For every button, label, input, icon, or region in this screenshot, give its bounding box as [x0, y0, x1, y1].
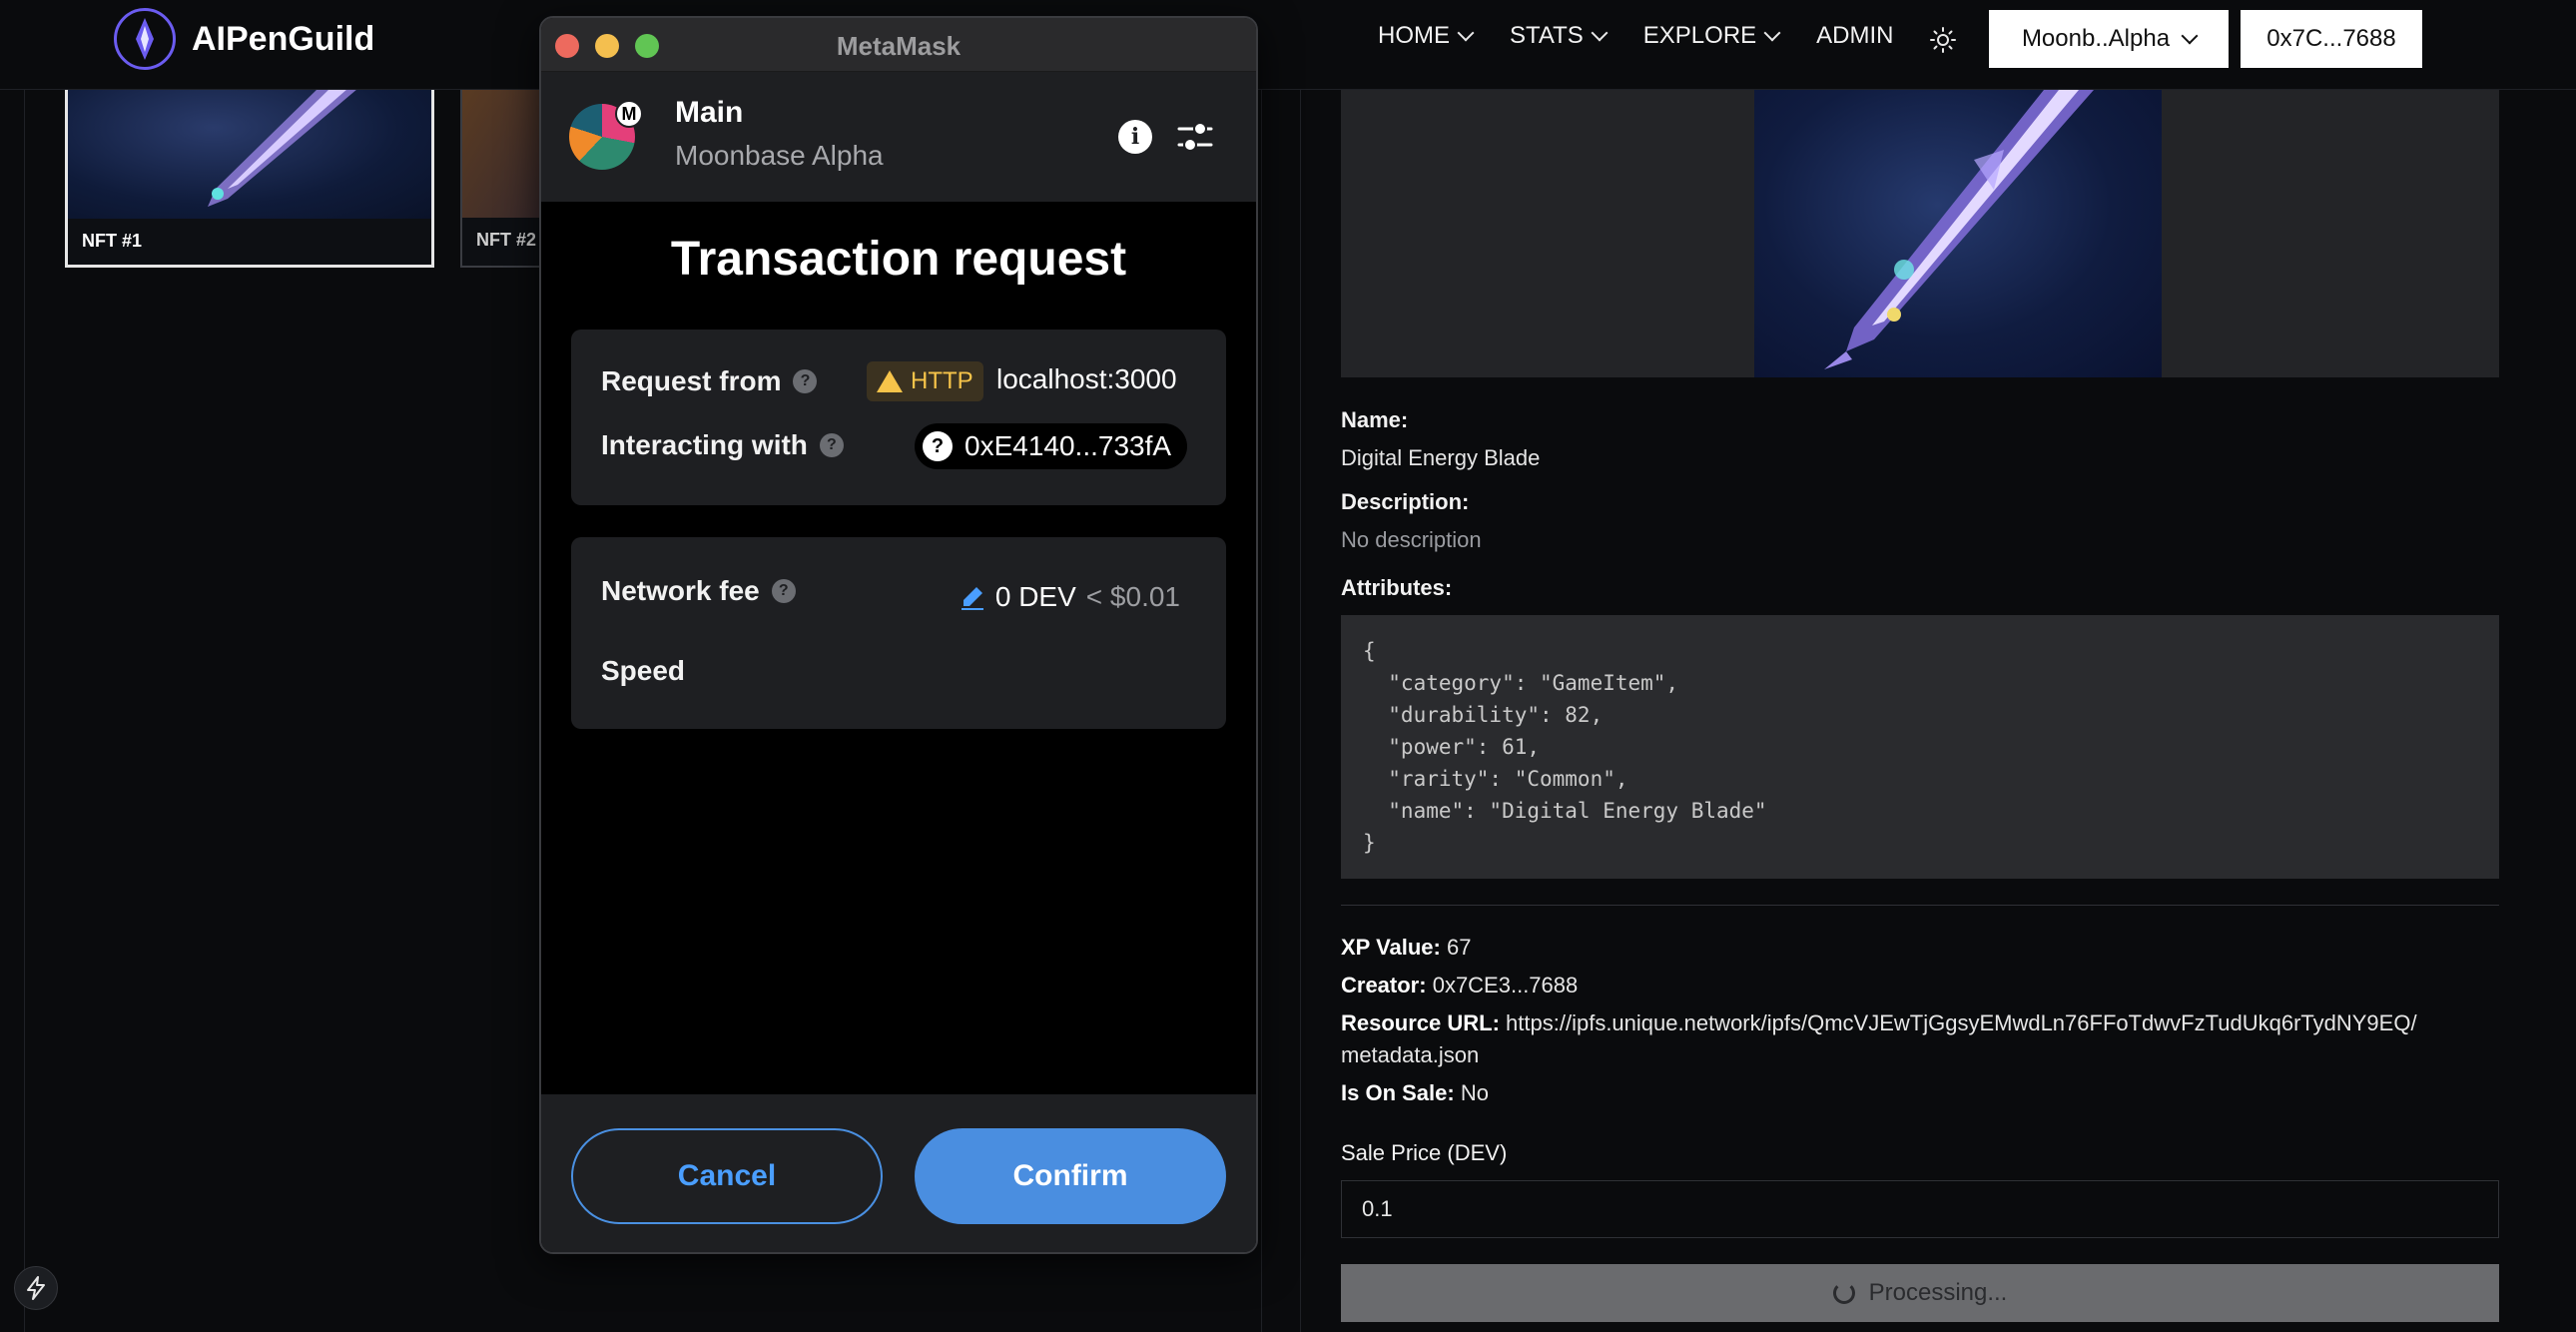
network-fee-value: 0 DEV < $0.01: [960, 581, 1180, 613]
nav-explore[interactable]: EXPLORE: [1642, 22, 1781, 50]
metamask-badge-icon: M: [615, 100, 643, 128]
info-icon[interactable]: i: [1118, 120, 1152, 154]
chevron-down-icon: [1591, 24, 1609, 42]
metamask-window: MetaMask M Main Moonbase Alpha i Transac…: [539, 16, 1258, 1254]
account-header: M Main Moonbase Alpha i: [541, 72, 1256, 202]
interacting-with-label: Interacting with: [601, 429, 808, 460]
fee-amount: 0 DEV: [994, 581, 1076, 612]
request-from-label: Request from: [601, 365, 782, 396]
nft-detail-panel: Name: Digital Energy Blade Description: …: [1300, 90, 2554, 1332]
creator-row: Creator: 0x7CE3...7688: [1341, 973, 1578, 999]
brand-name: AIPenGuild: [192, 19, 375, 58]
resource-row: Resource URL: https://ipfs.unique.networ…: [1341, 1010, 2417, 1036]
request-origin: localhost:3000: [996, 363, 1177, 394]
sale-price-input[interactable]: [1341, 1180, 2499, 1238]
spinner-icon: [1832, 1282, 1855, 1304]
help-icon[interactable]: ?: [819, 433, 844, 457]
chevron-down-icon: [1457, 24, 1475, 42]
transaction-heading: Transaction request: [670, 233, 1127, 286]
creator-value: 0x7CE3...7688: [1432, 973, 1579, 998]
onsale-value: No: [1460, 1080, 1489, 1105]
action-footer: Cancel Confirm: [541, 1094, 1256, 1252]
attributes-label: Attributes:: [1341, 575, 1453, 600]
processing-label: Processing...: [1868, 1279, 2008, 1306]
network-selector-label: Moonb..Alpha: [2021, 25, 2171, 52]
top-nav: AIPenGuild HOME STATS EXPLORE ADMIN Moon…: [0, 0, 2576, 90]
xp-label: XP Value:: [1341, 935, 1441, 960]
sun-icon[interactable]: [1929, 26, 1957, 54]
resource-url[interactable]: https://ipfs.unique.network/ipfs/QmcVJEw…: [1506, 1010, 2417, 1035]
brand[interactable]: AIPenGuild: [114, 8, 374, 70]
network-selector-button[interactable]: Moonb..Alpha: [1989, 10, 2229, 68]
nav-home[interactable]: HOME: [1378, 22, 1475, 50]
help-icon[interactable]: ?: [793, 369, 818, 393]
onsale-label: Is On Sale:: [1341, 1080, 1455, 1105]
contract-address-pill[interactable]: ? 0xE4140...733fA: [915, 423, 1188, 469]
nft-card-label: NFT #1: [82, 231, 143, 251]
network-fee-row: Network fee ?: [601, 575, 796, 607]
nft-image: [1754, 90, 2162, 377]
chevron-down-icon: [2181, 27, 2199, 45]
edit-fee-icon[interactable]: [960, 584, 985, 610]
xp-row: XP Value: 67: [1341, 935, 1471, 961]
fee-fiat: < $0.01: [1085, 581, 1180, 612]
nav-admin[interactable]: ADMIN: [1816, 22, 1893, 50]
nav-home-label: HOME: [1378, 22, 1450, 49]
unknown-contract-icon: ?: [923, 431, 953, 461]
processing-button[interactable]: Processing...: [1341, 1264, 2499, 1322]
confirm-button[interactable]: Confirm: [915, 1128, 1226, 1224]
warning-icon: [877, 370, 903, 392]
attributes-json: { "category": "GameItem", "durability": …: [1341, 615, 2499, 879]
nft-preview: [1341, 90, 2499, 377]
contract-address: 0xE4140...733fA: [965, 430, 1172, 461]
http-warning-badge: HTTP: [867, 361, 983, 401]
cancel-button[interactable]: Cancel: [571, 1128, 883, 1224]
window-title: MetaMask: [836, 31, 962, 61]
nav-stats[interactable]: STATS: [1510, 22, 1609, 50]
main-nav: HOME STATS EXPLORE ADMIN: [1378, 22, 1894, 50]
nav-explore-label: EXPLORE: [1642, 22, 1757, 49]
xp-value: 67: [1447, 935, 1472, 960]
account-button[interactable]: 0x7C...7688: [2241, 10, 2422, 68]
description-value: No description: [1341, 527, 1482, 552]
network-fee-label: Network fee: [601, 575, 760, 606]
window-titlebar: MetaMask: [541, 18, 1256, 72]
speed-label: Speed: [601, 655, 686, 686]
account-name: Main: [675, 96, 744, 129]
sale-price-label: Sale Price (DEV): [1341, 1140, 1508, 1165]
nav-stats-label: STATS: [1510, 22, 1584, 49]
creator-label: Creator:: [1341, 973, 1427, 998]
nft-thumbnail: [68, 89, 431, 219]
request-from-row: Request from ?: [601, 365, 818, 397]
bolt-icon[interactable]: [14, 1266, 58, 1310]
help-icon[interactable]: ?: [771, 579, 796, 603]
fee-card: Network fee ? 0 DEV < $0.01 Speed: [571, 537, 1226, 729]
chevron-down-icon: [1763, 24, 1781, 42]
onsale-row: Is On Sale: No: [1341, 1080, 1489, 1106]
nav-admin-label: ADMIN: [1816, 22, 1894, 49]
network-name: Moonbase Alpha: [675, 140, 884, 171]
compass-logo-icon: [114, 8, 176, 70]
divider: [1341, 905, 2499, 906]
request-details-card: Request from ? HTTP localhost:3000 Inter…: [571, 330, 1226, 505]
http-badge-label: HTTP: [911, 367, 973, 394]
name-value: Digital Energy Blade: [1341, 445, 1541, 470]
resource-url-continued[interactable]: metadata.json: [1341, 1042, 1479, 1068]
interacting-with-row: Interacting with ?: [601, 429, 844, 461]
name-label: Name:: [1341, 407, 1409, 432]
nft-card[interactable]: NFT #1: [65, 86, 434, 268]
resource-label: Resource URL:: [1341, 1010, 1500, 1035]
sliders-icon[interactable]: [1176, 118, 1214, 156]
description-label: Description:: [1341, 489, 1470, 514]
